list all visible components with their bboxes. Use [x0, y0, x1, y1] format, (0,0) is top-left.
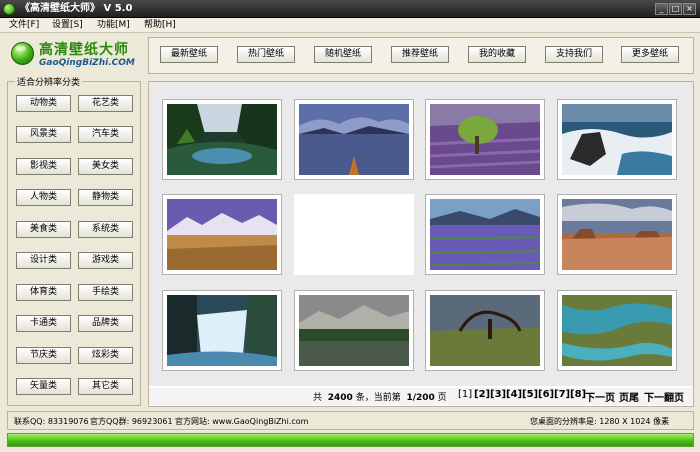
wallpaper-thumb-sea-cliff[interactable] [557, 99, 677, 180]
category-sports-button[interactable]: 体育类 [16, 284, 71, 301]
page-link-5[interactable]: [5] [522, 389, 538, 400]
category-scenery-button[interactable]: 风景类 [16, 126, 71, 143]
nav-recommended-button[interactable]: 推荐壁纸 [391, 46, 449, 63]
next-group-link[interactable]: 下一翻页 [644, 389, 684, 404]
page-link-4[interactable]: [4] [506, 389, 522, 400]
category-cartoon-button[interactable]: 卡通类 [16, 315, 71, 332]
pagination-bar: 共 2400 条，当前第 1/200 页 [1] [2] [3] [4] [5]… [149, 388, 693, 405]
pagination-info: 共 2400 条，当前第 1/200 页 [313, 393, 447, 403]
current-page: 1/200 [406, 393, 435, 403]
category-beauty-button[interactable]: 美女类 [78, 158, 133, 175]
logo-name: 高清壁纸大师 [39, 42, 129, 58]
page-link-1[interactable]: [1] [458, 389, 472, 400]
total-count: 2400 [327, 393, 353, 403]
wallpaper-thumb-lupine-field[interactable] [425, 194, 545, 275]
top-nav: 最新壁纸 热门壁纸 随机壁纸 推荐壁纸 我的收藏 支持我们 更多壁纸 [148, 37, 694, 74]
wallpaper-thumb-snow-mountains-plain[interactable] [162, 194, 282, 275]
wallpaper-thumb-lavender-tree[interactable] [425, 99, 545, 180]
desktop-resolution: 您桌面的分辨率是: 1280 X 1024 像素 [530, 417, 670, 426]
page-link-7[interactable]: [7] [554, 389, 570, 400]
category-panel-title: 适合分辨率分类 [15, 75, 83, 88]
menu-settings[interactable]: 设置[S] [52, 20, 83, 31]
category-hand-drawn-button[interactable]: 手绘类 [78, 284, 133, 301]
category-people-button[interactable]: 人物类 [16, 189, 71, 206]
nav-random-button[interactable]: 随机壁纸 [314, 46, 372, 63]
category-animals-button[interactable]: 动物类 [16, 95, 71, 112]
category-movies-button[interactable]: 影视类 [16, 158, 71, 175]
category-festival-button[interactable]: 节庆类 [16, 347, 71, 364]
app-icon [3, 3, 15, 15]
maximize-button[interactable]: □ [669, 3, 682, 15]
window-title: 《高清壁纸大师》 V 5.0 [20, 3, 133, 14]
wallpaper-content: 共 2400 条，当前第 1/200 页 [1] [2] [3] [4] [5]… [148, 81, 694, 407]
menu-bar: 文件[F] 设置[S] 功能[M] 帮助[H] [0, 18, 700, 33]
next-page-link[interactable]: 下一页 [585, 389, 615, 404]
category-design-button[interactable]: 设计类 [16, 252, 71, 269]
title-bar[interactable]: 《高清壁纸大师》 V 5.0 _ □ × [0, 0, 700, 18]
logo: 高清壁纸大师 GaoQingBiZhi.COM [9, 37, 140, 73]
nav-latest-button[interactable]: 最新壁纸 [160, 46, 218, 63]
menu-functions[interactable]: 功能[M] [97, 20, 130, 31]
category-vector-button[interactable]: 矢量类 [16, 378, 71, 395]
contact-qq: 联系QQ: 83319076 [14, 417, 89, 426]
nav-popular-button[interactable]: 热门壁纸 [237, 46, 295, 63]
category-games-button[interactable]: 游戏类 [78, 252, 133, 269]
minimize-button[interactable]: _ [655, 3, 668, 15]
nav-favorites-button[interactable]: 我的收藏 [468, 46, 526, 63]
status-bar: 联系QQ: 83319076 官方QQ群: 96923061 官方网站: www… [7, 411, 694, 430]
wallpaper-gallery [149, 82, 693, 386]
progress-bar [7, 433, 694, 447]
page-link-3[interactable]: [3] [490, 389, 506, 400]
wallpaper-thumb-lake-canoe[interactable] [294, 99, 414, 180]
logo-globe-icon [11, 42, 34, 65]
menu-file[interactable]: 文件[F] [9, 20, 39, 31]
category-colorful-button[interactable]: 炫彩类 [78, 347, 133, 364]
page-link-2[interactable]: [2] [474, 389, 490, 400]
wallpaper-thumb-empty [294, 194, 414, 275]
wallpaper-thumb-aerial-river[interactable] [557, 290, 677, 371]
category-brand-button[interactable]: 品牌类 [78, 315, 133, 332]
category-still-life-button[interactable]: 静物类 [78, 189, 133, 206]
wallpaper-thumb-desert-canyon[interactable] [557, 194, 677, 275]
wallpaper-thumb-savanna-tree[interactable] [425, 290, 545, 371]
nav-support-button[interactable]: 支持我们 [545, 46, 603, 63]
category-system-button[interactable]: 系统类 [78, 221, 133, 238]
official-website[interactable]: 官方网站: www.GaoQingBiZhi.com [175, 416, 308, 427]
wallpaper-thumb-waterfall[interactable] [162, 290, 282, 371]
menu-help[interactable]: 帮助[H] [144, 20, 176, 31]
progress-fill [8, 434, 693, 446]
official-qq-group: 官方QQ群: 96923061 [90, 417, 173, 426]
category-cars-button[interactable]: 汽车类 [78, 126, 133, 143]
category-food-button[interactable]: 美食类 [16, 221, 71, 238]
category-flowers-button[interactable]: 花艺类 [78, 95, 133, 112]
category-panel: 适合分辨率分类 动物类 花艺类 风景类 汽车类 影视类 美女类 人物类 静物类 … [7, 75, 141, 406]
wallpaper-thumb-mountain-lake-trees[interactable] [294, 290, 414, 371]
wallpaper-thumb-forest-pond[interactable] [162, 99, 282, 180]
category-other-button[interactable]: 其它类 [78, 378, 133, 395]
nav-more-button[interactable]: 更多壁纸 [621, 46, 679, 63]
page-link-6[interactable]: [6] [538, 389, 554, 400]
close-button[interactable]: × [683, 3, 696, 15]
page-link-8[interactable]: [8] [570, 389, 586, 400]
last-page-link[interactable]: 页尾 [619, 389, 639, 404]
logo-domain: GaoQingBiZhi.COM [39, 58, 135, 68]
